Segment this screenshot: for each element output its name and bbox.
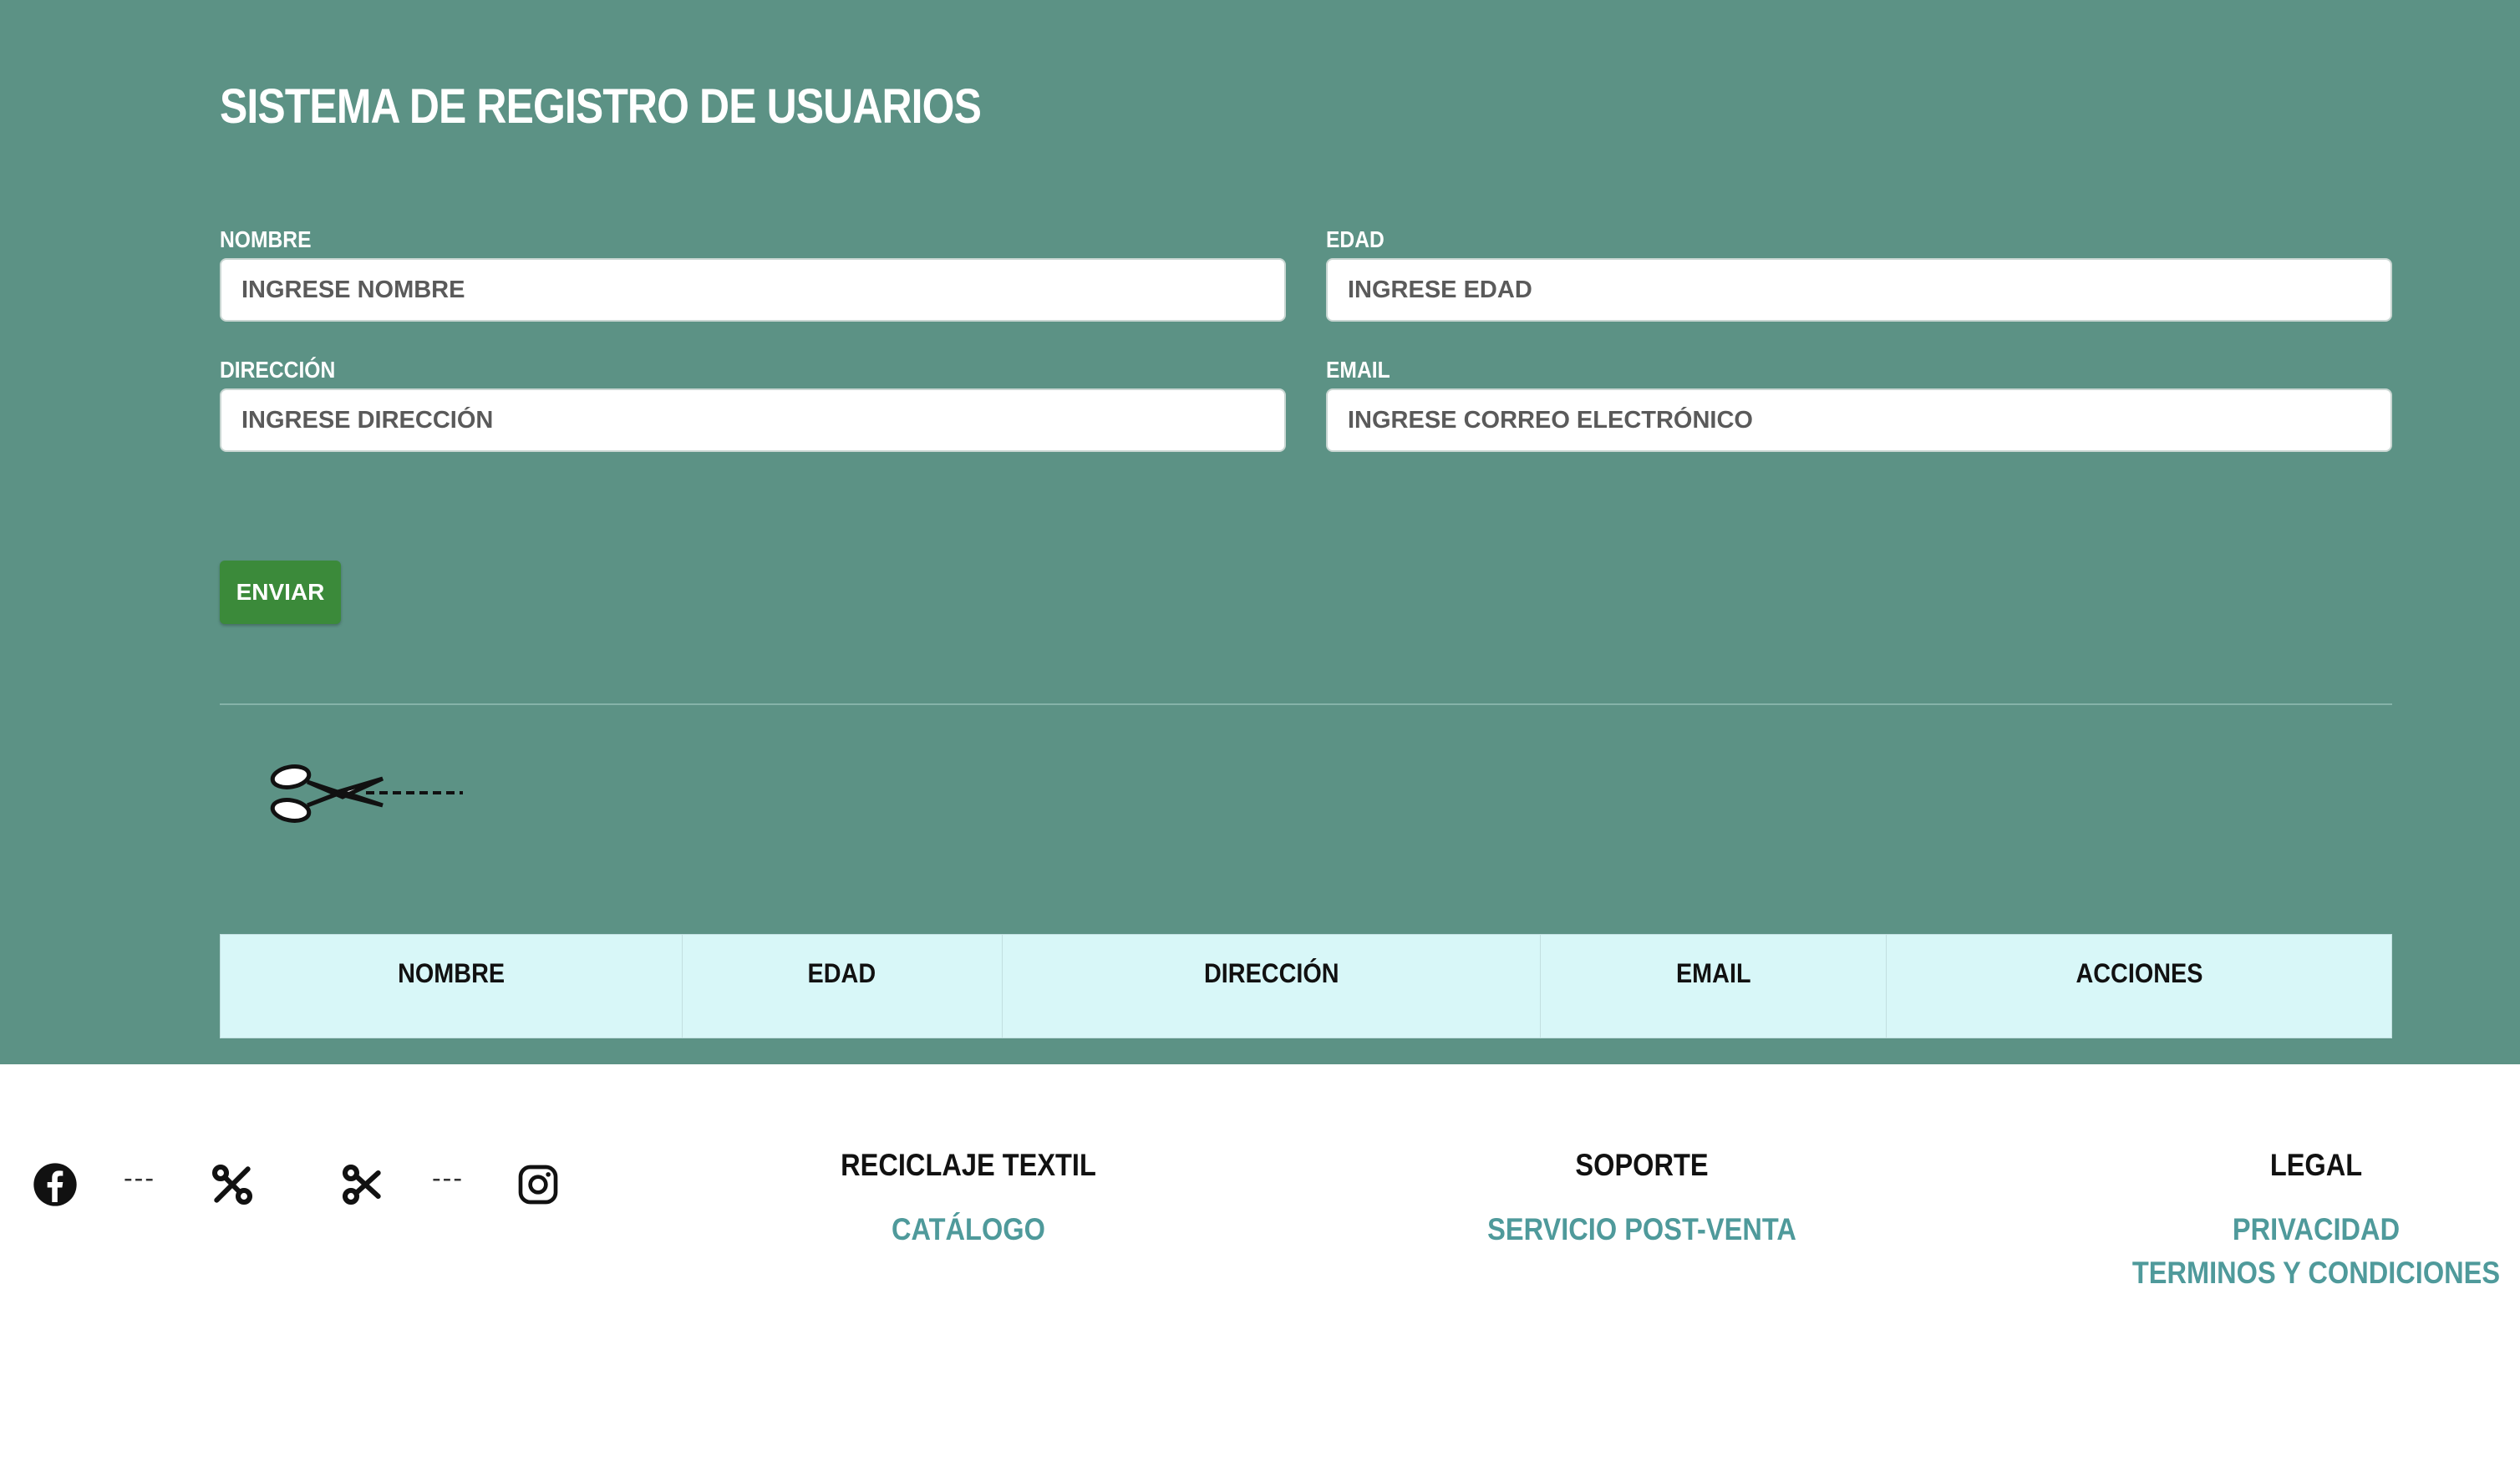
section-divider [220, 703, 2392, 705]
footer: --- --- RECICLAJE TEXTIL CATÁLOGO SOPORT… [0, 1064, 2520, 1482]
email-label: EMAIL [1326, 357, 1390, 383]
column-header-email: EMAIL [1540, 934, 1887, 1038]
scissors-cut-line-icon [270, 764, 463, 823]
footer-link-servicio-post-venta[interactable]: SERVICIO POST-VENTA [1487, 1208, 1796, 1251]
footer-link-privacidad[interactable]: PRIVACIDAD [2132, 1208, 2500, 1251]
table-header-row: NOMBRE EDAD DIRECCIÓN EMAIL ACCIONES [220, 934, 2392, 1038]
edad-label: EDAD [1326, 226, 1384, 252]
tools-icon[interactable] [209, 1161, 256, 1208]
direccion-label: DIRECCIÓN [220, 357, 336, 383]
footer-link-terminos[interactable]: TERMINOS Y CONDICIONES [2132, 1251, 2500, 1295]
footer-column-legal: LEGAL PRIVACIDAD TERMINOS Y CONDICIONES [2107, 1148, 2520, 1295]
footer-column-soporte: SOPORTE SERVICIO POST-VENTA [1466, 1148, 1817, 1251]
column-header-edad: EDAD [681, 934, 1003, 1038]
facebook-icon[interactable] [32, 1161, 79, 1208]
column-header-acciones: ACCIONES [1886, 934, 2392, 1038]
instagram-icon[interactable] [515, 1161, 561, 1208]
email-input[interactable] [1326, 388, 2392, 452]
registration-section: SISTEMA DE REGISTRO DE USUARIOS NOMBRE E… [0, 0, 2520, 1064]
footer-heading-reciclaje: RECICLAJE TEXTIL [841, 1148, 1096, 1182]
nombre-label: NOMBRE [220, 226, 312, 252]
column-header-direccion: DIRECCIÓN [1001, 934, 1542, 1038]
footer-link-catalogo[interactable]: CATÁLOGO [841, 1208, 1096, 1251]
edad-input[interactable] [1326, 258, 2392, 322]
footer-heading-legal: LEGAL [2269, 1148, 2363, 1182]
nombre-input[interactable] [220, 258, 1286, 322]
page-title: SISTEMA DE REGISTRO DE USUARIOS [220, 79, 982, 134]
separator-2: --- [432, 1163, 464, 1193]
column-header-nombre: NOMBRE [220, 934, 683, 1038]
scissors-icon[interactable] [339, 1161, 386, 1208]
enviar-button[interactable]: ENVIAR [220, 561, 341, 624]
users-table: NOMBRE EDAD DIRECCIÓN EMAIL ACCIONES [220, 934, 2392, 1038]
footer-heading-soporte: SOPORTE [1575, 1148, 1709, 1182]
separator-1: --- [124, 1163, 155, 1193]
footer-column-reciclaje: RECICLAJE TEXTIL CATÁLOGO [823, 1148, 1113, 1251]
direccion-input[interactable] [220, 388, 1286, 452]
